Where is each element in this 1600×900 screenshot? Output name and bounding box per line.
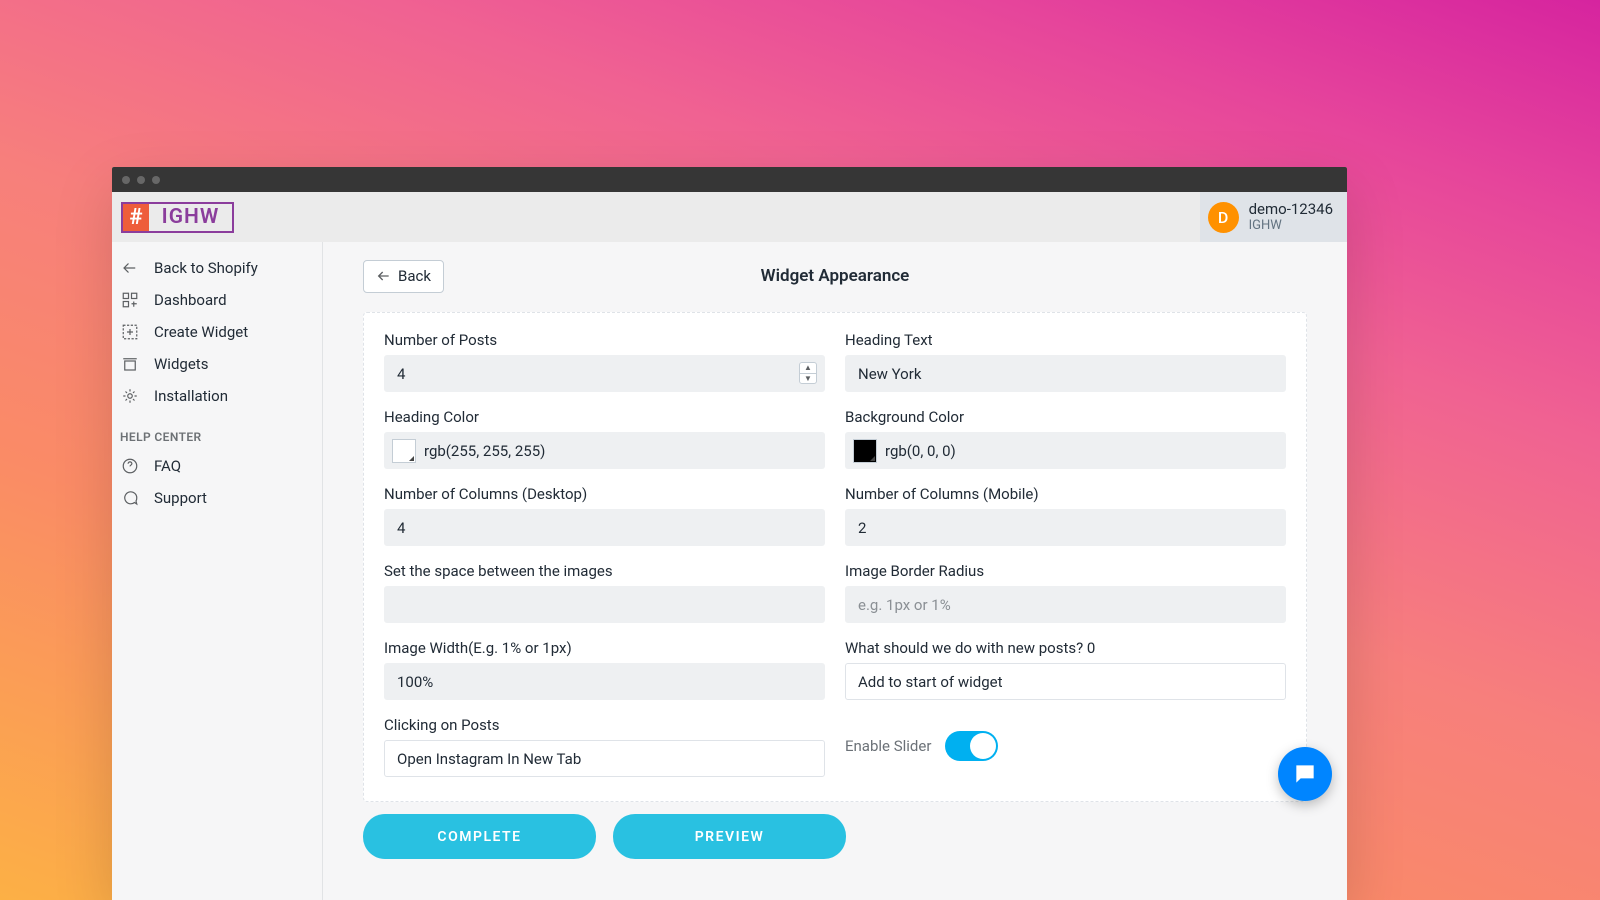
value-background-color: rgb(0, 0, 0) <box>885 442 956 460</box>
sidebar-item-label: Back to Shopify <box>154 259 258 277</box>
input-cols-mobile[interactable] <box>845 509 1286 546</box>
sidebar-item-installation[interactable]: Installation <box>112 380 322 412</box>
page-title: Widget Appearance <box>363 266 1307 286</box>
input-background-color[interactable]: rgb(0, 0, 0) <box>845 432 1286 469</box>
chat-fab[interactable] <box>1278 747 1332 801</box>
label-new-posts: What should we do with new posts? 0 <box>845 639 1286 657</box>
sidebar-item-label: FAQ <box>154 457 181 475</box>
main-content: Back Widget Appearance Number of Posts ▲… <box>323 242 1347 900</box>
back-button[interactable]: Back <box>363 260 444 293</box>
sidebar-item-label: Support <box>154 489 207 507</box>
arrow-left-icon <box>120 258 140 278</box>
sidebar-item-label: Installation <box>154 387 228 405</box>
sidebar-item-faq[interactable]: FAQ <box>112 450 322 482</box>
sidebar-item-support[interactable]: Support <box>112 482 322 514</box>
input-border-radius[interactable] <box>845 586 1286 623</box>
complete-button[interactable]: COMPLETE <box>363 814 596 859</box>
sidebar-item-back-to-shopify[interactable]: Back to Shopify <box>112 252 322 284</box>
dashboard-icon <box>120 290 140 310</box>
label-image-space: Set the space between the images <box>384 562 825 580</box>
sidebar-item-label: Widgets <box>154 355 208 373</box>
label-clicking: Clicking on Posts <box>384 716 825 734</box>
sidebar-item-label: Create Widget <box>154 323 248 341</box>
input-heading-color[interactable]: rgb(255, 255, 255) <box>384 432 825 469</box>
input-cols-desktop[interactable] <box>384 509 825 546</box>
topbar: # IGHW D demo-12346 IGHW <box>112 192 1347 242</box>
app-window: # IGHW D demo-12346 IGHW Back to Shopify <box>112 167 1347 900</box>
sidebar-item-dashboard[interactable]: Dashboard <box>112 284 322 316</box>
label-cols-mobile: Number of Columns (Mobile) <box>845 485 1286 503</box>
label-image-width: Image Width(E.g. 1% or 1px) <box>384 639 825 657</box>
back-label: Back <box>398 267 431 285</box>
widgets-icon <box>120 354 140 374</box>
label-heading-text: Heading Text <box>845 331 1286 349</box>
label-number-of-posts: Number of Posts <box>384 331 825 349</box>
input-number-of-posts[interactable] <box>384 355 825 392</box>
avatar: D <box>1208 202 1239 233</box>
swatch-background-color[interactable] <box>853 439 877 463</box>
label-border-radius: Image Border Radius <box>845 562 1286 580</box>
toggle-enable-slider[interactable] <box>945 731 998 761</box>
logo-hash-icon: # <box>123 204 149 231</box>
sidebar: Back to Shopify Dashboard Create Widget … <box>112 242 323 900</box>
account-menu[interactable]: D demo-12346 IGHW <box>1200 192 1347 242</box>
window-close-dot[interactable] <box>122 176 130 184</box>
window-minimize-dot[interactable] <box>137 176 145 184</box>
swatch-heading-color[interactable] <box>392 439 416 463</box>
chat-icon <box>120 488 140 508</box>
window-titlebar <box>112 167 1347 192</box>
chat-bubble-icon <box>1292 761 1318 787</box>
preview-button[interactable]: PREVIEW <box>613 814 846 859</box>
app-logo: # IGHW <box>121 202 234 233</box>
window-maximize-dot[interactable] <box>152 176 160 184</box>
sidebar-help-header: HELP CENTER <box>112 412 322 450</box>
help-icon <box>120 456 140 476</box>
select-new-posts[interactable]: Add to start of widget <box>845 663 1286 700</box>
select-clicking[interactable] <box>384 740 825 777</box>
sidebar-item-widgets[interactable]: Widgets <box>112 348 322 380</box>
input-image-space[interactable] <box>384 586 825 623</box>
value-heading-color: rgb(255, 255, 255) <box>424 442 545 460</box>
stepper-number-of-posts[interactable]: ▲▼ <box>799 362 817 384</box>
logo-text: IGHW <box>149 205 232 229</box>
account-sub: IGHW <box>1249 218 1333 234</box>
arrow-left-icon <box>376 268 392 284</box>
sidebar-item-label: Dashboard <box>154 291 227 309</box>
label-cols-desktop: Number of Columns (Desktop) <box>384 485 825 503</box>
form-card: Number of Posts ▲▼ Heading Text Heading <box>363 312 1307 802</box>
input-heading-text[interactable] <box>845 355 1286 392</box>
account-name: demo-12346 <box>1249 200 1333 218</box>
label-enable-slider: Enable Slider <box>845 737 931 755</box>
label-heading-color: Heading Color <box>384 408 825 426</box>
input-image-width[interactable] <box>384 663 825 700</box>
installation-icon <box>120 386 140 406</box>
sidebar-item-create-widget[interactable]: Create Widget <box>112 316 322 348</box>
create-widget-icon <box>120 322 140 342</box>
label-background-color: Background Color <box>845 408 1286 426</box>
